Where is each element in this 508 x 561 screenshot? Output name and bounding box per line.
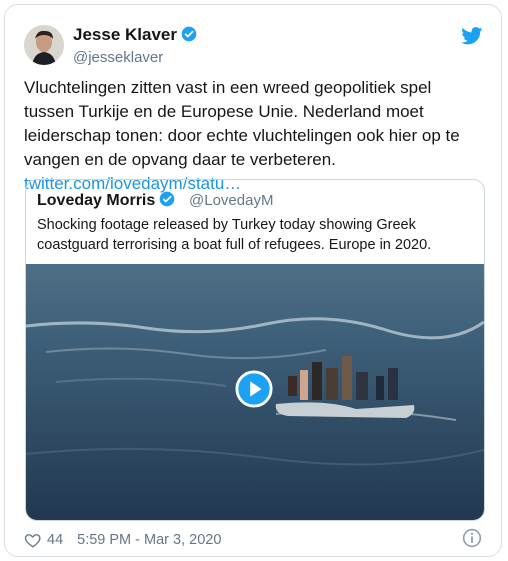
play-icon[interactable] — [235, 370, 273, 408]
verified-badge-icon — [181, 26, 197, 42]
tweet-text: Vluchtelingen zitten vast in een wreed g… — [24, 76, 479, 196]
avatar-image — [24, 25, 64, 65]
quoted-tweet[interactable]: Loveday Morris @LovedayM Shocking footag… — [25, 179, 485, 521]
info-icon[interactable] — [462, 528, 482, 548]
author-name-text[interactable]: Jesse Klaver — [73, 25, 177, 44]
quoted-author-name-text[interactable]: Loveday Morris — [37, 192, 155, 209]
verified-badge-icon — [159, 191, 175, 207]
like-count[interactable]: 44 — [47, 532, 63, 548]
author-handle[interactable]: @jesseklaver — [73, 49, 163, 66]
timestamp[interactable]: 5:59 PM - Mar 3, 2020 — [77, 532, 221, 548]
twitter-bird-icon[interactable] — [461, 27, 483, 45]
heart-icon[interactable] — [24, 531, 42, 549]
tweet-card[interactable]: Jesse Klaver @jesseklaver Vluchtelingen … — [4, 4, 502, 557]
video-thumbnail[interactable] — [26, 264, 484, 520]
quoted-tweet-text: Shocking footage released by Turkey toda… — [37, 217, 432, 253]
author-avatar[interactable] — [24, 25, 64, 65]
quoted-author-handle[interactable]: @LovedayM — [189, 192, 273, 209]
quoted-author-name[interactable]: Loveday Morris — [37, 191, 175, 210]
tweet-footer: 44 5:59 PM - Mar 3, 2020 — [24, 531, 221, 549]
tweet-body: Vluchtelingen zitten vast in een wreed g… — [24, 78, 460, 169]
author-name[interactable]: Jesse Klaver — [73, 25, 197, 45]
